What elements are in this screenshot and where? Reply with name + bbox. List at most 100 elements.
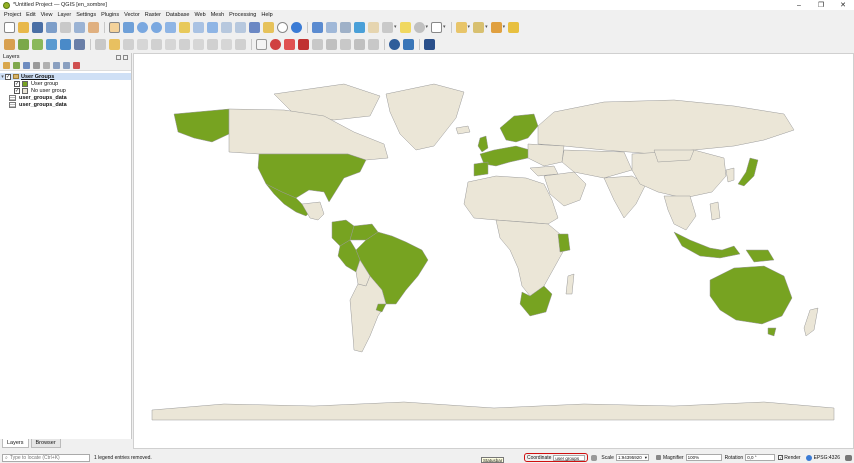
legend-visibility-checkbox[interactable]: ✓ (14, 80, 20, 87)
digitize-icon[interactable] (137, 38, 148, 50)
tab-layers[interactable]: Layers (2, 439, 29, 448)
pan-to-selection-icon[interactable] (123, 21, 134, 33)
add-wms-icon[interactable] (60, 38, 71, 50)
paste-features-icon[interactable] (207, 38, 218, 50)
filter-expression-icon[interactable] (43, 62, 50, 69)
select-features-icon[interactable] (455, 21, 467, 33)
move-label-icon[interactable] (340, 38, 351, 50)
print-layout-icon[interactable] (60, 21, 71, 33)
messages-icon[interactable] (845, 454, 852, 461)
new-project-icon[interactable] (4, 21, 15, 33)
settings-gear-icon[interactable] (413, 21, 425, 33)
data-source-manager-icon[interactable] (4, 38, 15, 50)
highlight-label-icon[interactable] (284, 38, 295, 50)
zoom-full-icon[interactable] (165, 21, 176, 33)
add-postgis-icon[interactable] (46, 38, 57, 50)
render-checkbox[interactable]: ✓ (778, 455, 784, 460)
zoom-native-icon[interactable] (207, 21, 218, 33)
show-hide-label-icon[interactable] (326, 38, 337, 50)
menu-mesh[interactable]: Mesh (211, 12, 224, 18)
statistics-sigma-icon[interactable] (368, 21, 379, 33)
temporal-clock-icon[interactable] (277, 21, 288, 33)
crs-label[interactable]: EPSG:4326 (814, 455, 840, 461)
legend-item-user-group[interactable]: ✓ User group (0, 80, 131, 87)
close-panel-icon[interactable] (123, 54, 128, 60)
undo-icon[interactable] (221, 38, 232, 50)
deselect-icon[interactable] (490, 21, 502, 33)
open-project-icon[interactable] (18, 21, 29, 33)
label-toolbar-icon[interactable] (256, 38, 267, 50)
scale-field[interactable]: 1:94395920 ▾ (615, 454, 649, 461)
world-map[interactable] (134, 54, 854, 450)
zoom-out-icon[interactable] (151, 21, 162, 33)
zoom-next-icon[interactable] (235, 21, 246, 33)
menu-plugins[interactable]: Plugins (101, 12, 119, 18)
lock-scale-icon[interactable] (655, 455, 661, 460)
rotation-field[interactable]: 0,0 ° (745, 454, 776, 461)
copy-features-icon[interactable] (193, 38, 204, 50)
toggle-extents-icon[interactable] (591, 454, 598, 461)
toolbox-gear-icon[interactable] (354, 21, 365, 33)
zoom-in-icon[interactable] (137, 21, 148, 33)
identify-icon[interactable] (312, 21, 323, 33)
crs-globe-icon[interactable] (805, 454, 812, 461)
chevron-down-icon[interactable]: ▾ (503, 24, 506, 30)
save-as-icon[interactable] (46, 21, 57, 33)
rotate-label-icon[interactable] (354, 38, 365, 50)
menu-edit[interactable]: Edit (26, 12, 35, 18)
add-group-icon[interactable] (13, 62, 20, 69)
filter-legend-icon[interactable] (33, 62, 40, 69)
menu-database[interactable]: Database (166, 12, 190, 18)
add-virtual-layer-icon[interactable] (74, 38, 85, 50)
change-label-icon[interactable] (368, 38, 379, 50)
layer-user-groups-data[interactable]: user_groups_data (0, 94, 131, 101)
text-annotation-icon[interactable] (431, 21, 443, 33)
toggle-editing-pencil-icon[interactable] (109, 38, 120, 50)
chevron-down-icon[interactable]: ▾ (485, 24, 488, 30)
manage-themes-eye-icon[interactable] (23, 62, 30, 69)
chevron-down-icon[interactable]: ▾ (443, 24, 446, 30)
collapse-all-icon[interactable] (63, 62, 70, 69)
layer-user-groups-data[interactable]: user_groups_data (0, 101, 131, 108)
help-book-icon[interactable] (424, 38, 435, 50)
tab-browser[interactable]: Browser (30, 439, 61, 448)
menu-raster[interactable]: Raster (145, 12, 161, 18)
zoom-last-icon[interactable] (221, 21, 232, 33)
delete-selected-icon[interactable] (165, 38, 176, 50)
python-console-icon[interactable] (403, 38, 414, 50)
select-location-icon[interactable] (508, 21, 520, 33)
menu-help[interactable]: Help (261, 12, 272, 18)
redo-icon[interactable] (235, 38, 246, 50)
add-vector-layer-icon[interactable] (18, 38, 29, 50)
open-layer-styling-icon[interactable] (3, 62, 10, 69)
layer-group-user-groups[interactable]: ▾ ✓ User Groups (0, 73, 131, 80)
abc-label-icon[interactable] (298, 38, 309, 50)
refresh-icon[interactable] (291, 21, 302, 33)
open-attribute-table-icon[interactable] (326, 21, 337, 33)
select-by-value-icon[interactable] (473, 21, 485, 33)
chevron-down-icon[interactable]: ▾ (394, 24, 397, 30)
float-panel-icon[interactable] (116, 54, 121, 60)
zoom-selection-icon[interactable] (179, 21, 190, 33)
menu-layer[interactable]: Layer (57, 12, 71, 18)
menu-settings[interactable]: Settings (76, 12, 96, 18)
chevron-down-icon[interactable]: ▾ (645, 455, 647, 461)
cut-features-icon[interactable] (179, 38, 190, 50)
layout-manager-icon[interactable] (74, 21, 85, 33)
legend-item-no-user-group[interactable]: ✓ No user group (0, 87, 131, 94)
save-project-icon[interactable] (32, 21, 43, 33)
map-canvas[interactable] (133, 53, 854, 449)
menu-project[interactable]: Project (4, 12, 21, 18)
current-edits-icon[interactable] (95, 38, 106, 50)
expand-all-icon[interactable] (53, 62, 60, 69)
menu-vector[interactable]: Vector (124, 12, 140, 18)
style-manager-icon[interactable] (88, 21, 99, 33)
new-bookmark-icon[interactable] (263, 21, 274, 33)
menu-processing[interactable]: Processing (229, 12, 256, 18)
close-button[interactable]: ✕ (832, 0, 854, 10)
globe-plugin-icon[interactable] (389, 38, 400, 50)
pin-label-icon[interactable] (312, 38, 323, 50)
maximize-button[interactable]: ❐ (810, 0, 832, 10)
zoom-layer-icon[interactable] (193, 21, 204, 33)
add-delimited-text-icon[interactable] (32, 38, 43, 50)
